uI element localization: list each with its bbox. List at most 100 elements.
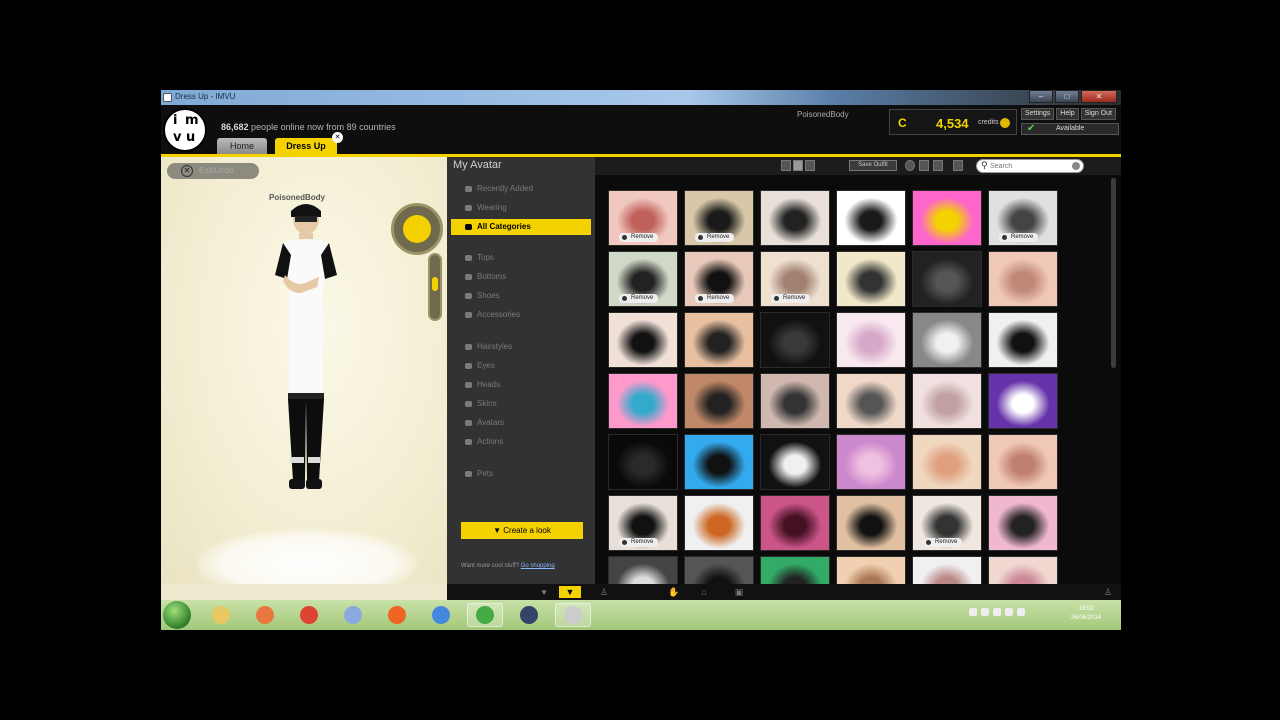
category-eyes[interactable]: Eyes	[451, 358, 591, 374]
category-avatars[interactable]: Avatars	[451, 415, 591, 431]
product-tile[interactable]	[912, 556, 982, 584]
create-a-look-button[interactable]: ▼ Create a look	[461, 522, 583, 539]
category-bottoms[interactable]: Bottoms	[451, 269, 591, 285]
minimize-button[interactable]: –	[1029, 90, 1053, 103]
product-tile[interactable]	[836, 495, 906, 551]
view-small-icon[interactable]	[781, 160, 791, 171]
taskbar-app[interactable]	[467, 603, 503, 627]
zoom-slider[interactable]	[428, 253, 442, 321]
product-tile[interactable]	[912, 434, 982, 490]
taskbar-app[interactable]	[511, 603, 547, 627]
product-tile[interactable]	[988, 434, 1058, 490]
tray-arrow-icon[interactable]	[969, 608, 977, 616]
tray-flag-icon[interactable]	[993, 608, 1001, 616]
zoom-slider-knob[interactable]	[432, 277, 438, 291]
sign-out-link[interactable]: Sign Out	[1080, 108, 1116, 120]
product-tile[interactable]	[988, 373, 1058, 429]
window-titlebar[interactable]: Dress Up - IMVU – □ ✕	[161, 90, 1121, 105]
category-accessories[interactable]: Accessories	[451, 307, 591, 323]
product-tile[interactable]	[684, 434, 754, 490]
product-tile[interactable]	[760, 190, 830, 246]
list-view-icon[interactable]	[933, 160, 943, 171]
camera-control[interactable]	[391, 203, 443, 323]
category-pets[interactable]: Pets	[451, 466, 591, 482]
camera-icon[interactable]: ▣	[732, 586, 746, 598]
category-tops[interactable]: Tops	[451, 250, 591, 266]
taskbar-app[interactable]	[423, 603, 459, 627]
product-tile[interactable]	[608, 434, 678, 490]
product-tile[interactable]	[988, 251, 1058, 307]
taskbar-app[interactable]	[555, 603, 591, 627]
category-actions[interactable]: Actions	[451, 434, 591, 450]
help-link[interactable]: Help	[1056, 108, 1079, 120]
product-tile[interactable]: Remove	[912, 495, 982, 551]
imvu-logo[interactable]: i m v u	[163, 108, 207, 152]
category-skins[interactable]: Skins	[451, 396, 591, 412]
product-tile[interactable]	[912, 312, 982, 368]
view-large-icon[interactable]	[805, 160, 815, 171]
product-tile[interactable]	[836, 251, 906, 307]
product-tile[interactable]: Remove	[608, 190, 678, 246]
person-icon[interactable]: ♙	[597, 586, 611, 598]
product-tile[interactable]	[684, 556, 754, 584]
room-icon[interactable]: ⌂	[697, 586, 711, 598]
status-dropdown[interactable]: ✔ Available	[1021, 123, 1119, 135]
taskbar-app[interactable]	[335, 603, 371, 627]
go-shopping-link[interactable]: Go shopping	[521, 563, 555, 569]
user-icon[interactable]: ♙	[1101, 586, 1115, 598]
tray-volume-icon[interactable]	[1005, 608, 1013, 616]
product-tile[interactable]	[988, 312, 1058, 368]
product-tile[interactable]: Remove	[988, 190, 1058, 246]
taskbar-app[interactable]	[247, 603, 283, 627]
tab-dress-up[interactable]: Dress Up ✕	[275, 132, 343, 155]
product-tile[interactable]	[836, 373, 906, 429]
category-all-categories[interactable]: All Categories	[451, 219, 591, 235]
credits-box[interactable]: C 4,534 credits	[889, 109, 1017, 135]
settings-link[interactable]: Settings	[1021, 108, 1055, 120]
category-shoes[interactable]: Shoes	[451, 288, 591, 304]
taskbar-clock[interactable]: 18:02 26/06/2014	[1061, 605, 1111, 623]
remove-button[interactable]: Remove	[923, 538, 963, 547]
refresh-icon[interactable]	[905, 160, 915, 171]
product-tile[interactable]	[912, 190, 982, 246]
product-tile[interactable]	[684, 495, 754, 551]
clear-search-icon[interactable]	[1072, 162, 1080, 170]
grid-scrollbar[interactable]	[1111, 178, 1116, 368]
search-box[interactable]: ⚲	[976, 159, 1084, 173]
product-tile[interactable]: Remove	[684, 251, 754, 307]
product-tile[interactable]	[836, 312, 906, 368]
product-tile[interactable]	[912, 251, 982, 307]
outfit-tab-icon[interactable]: ▼	[559, 586, 581, 598]
product-tile[interactable]	[608, 312, 678, 368]
camera-ring[interactable]	[391, 203, 443, 255]
product-tile[interactable]	[836, 190, 906, 246]
search-input[interactable]	[990, 162, 1070, 171]
remove-button[interactable]: Remove	[619, 538, 659, 547]
remove-button[interactable]: Remove	[695, 233, 735, 242]
tray-network-icon[interactable]	[981, 608, 989, 616]
close-button[interactable]: ✕	[1081, 90, 1117, 103]
view-medium-icon[interactable]	[793, 160, 803, 171]
category-heads[interactable]: Heads	[451, 377, 591, 393]
save-outfit-button[interactable]: Save Outfit	[849, 160, 897, 171]
exit-undo-button[interactable]: ✕ Exit/Undo	[167, 163, 259, 179]
product-tile[interactable]: Remove	[760, 251, 830, 307]
taskbar-app[interactable]	[203, 603, 239, 627]
product-tile[interactable]: Remove	[684, 190, 754, 246]
product-tile[interactable]	[760, 312, 830, 368]
grid-view-icon[interactable]	[919, 160, 929, 171]
close-tab-icon[interactable]: ✕	[332, 132, 343, 143]
remove-button[interactable]: Remove	[771, 294, 811, 303]
taskbar-app[interactable]	[291, 603, 327, 627]
camera-dpad-icon[interactable]	[403, 215, 431, 243]
tray-power-icon[interactable]	[1017, 608, 1025, 616]
maximize-button[interactable]: □	[1055, 90, 1079, 103]
product-tile[interactable]	[912, 373, 982, 429]
product-tile[interactable]	[608, 556, 678, 584]
category-wearing[interactable]: Wearing	[451, 200, 591, 216]
product-tile[interactable]	[760, 556, 830, 584]
tab-home[interactable]: Home	[217, 138, 267, 154]
product-tile[interactable]	[836, 556, 906, 584]
product-tile[interactable]	[608, 373, 678, 429]
username[interactable]: PoisonedBody	[797, 110, 849, 119]
